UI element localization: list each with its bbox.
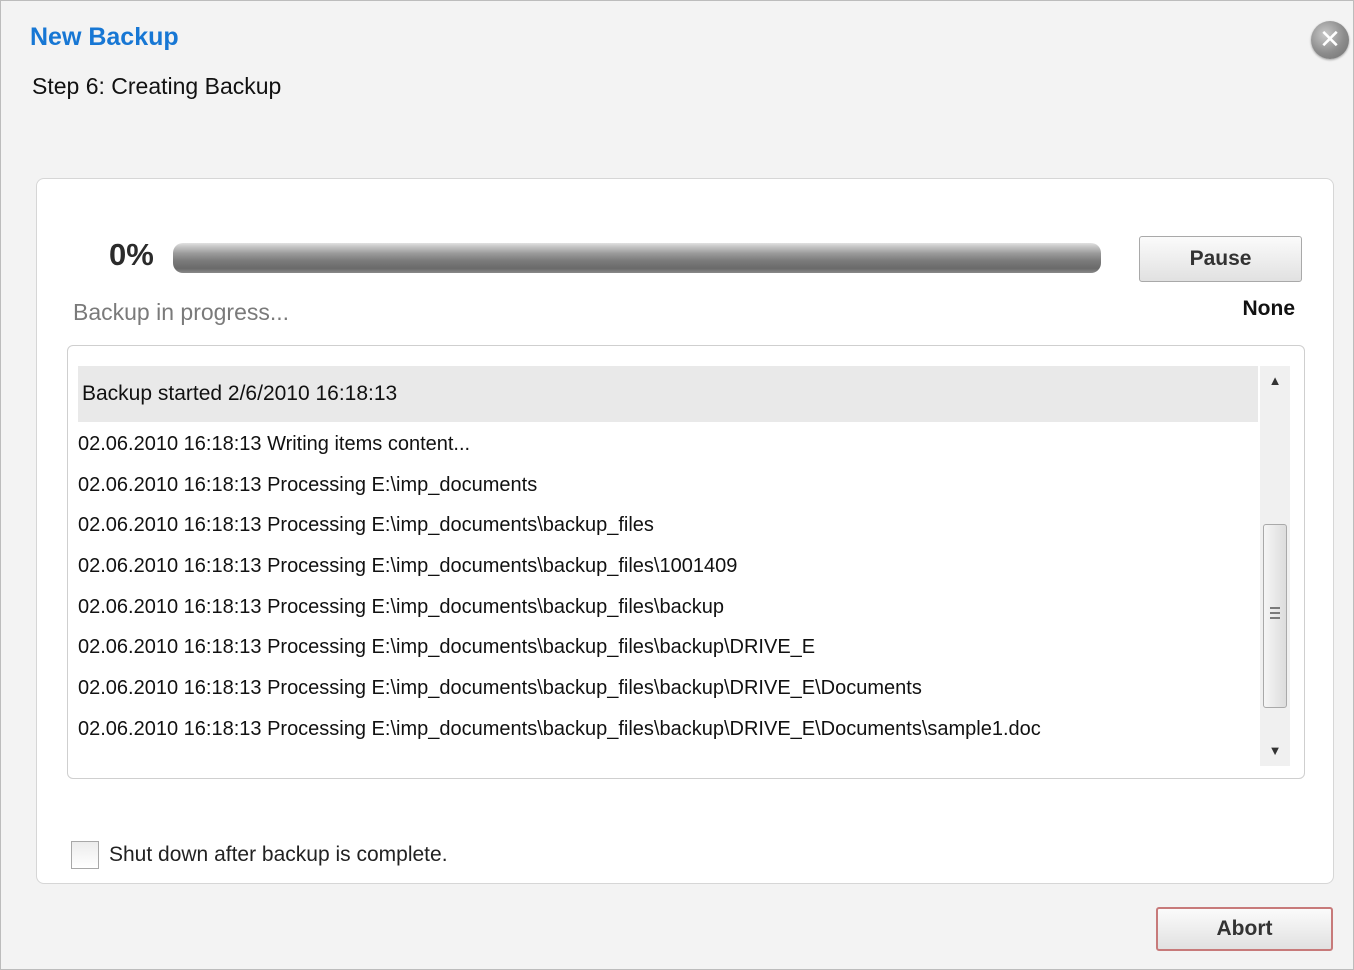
log-line: 02.06.2010 16:18:13 Processing E:\imp_do… bbox=[78, 717, 1041, 740]
log-list[interactable]: Backup started 2/6/2010 16:18:13 02.06.2… bbox=[67, 345, 1305, 779]
scroll-up-icon[interactable]: ▲ bbox=[1260, 366, 1290, 396]
progress-percent: 0% bbox=[109, 237, 154, 272]
abort-button[interactable]: Abort bbox=[1156, 907, 1333, 951]
log-scrollbar[interactable]: ▲ ▼ bbox=[1260, 366, 1290, 766]
log-line: 02.06.2010 16:18:13 Processing E:\imp_do… bbox=[78, 677, 922, 700]
shutdown-label: Shut down after backup is complete. bbox=[109, 843, 448, 866]
scroll-down-icon[interactable]: ▼ bbox=[1260, 736, 1290, 766]
new-backup-dialog: New Backup Step 6: Creating Backup ✕ 0% … bbox=[0, 0, 1354, 970]
close-icon[interactable]: ✕ bbox=[1311, 21, 1349, 59]
step-title: Step 6: Creating Backup bbox=[32, 73, 282, 99]
grip-icon bbox=[1270, 607, 1280, 619]
dialog-title: New Backup bbox=[30, 23, 179, 51]
progress-bar bbox=[173, 243, 1101, 273]
scrollbar-thumb[interactable] bbox=[1263, 524, 1287, 708]
log-lines: 02.06.2010 16:18:13 Writing items conten… bbox=[78, 424, 1258, 750]
log-line: 02.06.2010 16:18:13 Processing E:\imp_do… bbox=[78, 595, 724, 618]
log-line: 02.06.2010 16:18:13 Processing E:\imp_do… bbox=[78, 514, 654, 537]
log-line: 02.06.2010 16:18:13 Processing E:\imp_do… bbox=[78, 555, 738, 578]
log-line: 02.06.2010 16:18:13 Processing E:\imp_do… bbox=[78, 473, 538, 496]
status-text: Backup in progress... bbox=[73, 299, 290, 325]
speed-text: None bbox=[1242, 297, 1296, 320]
log-line: 02.06.2010 16:18:13 Processing E:\imp_do… bbox=[78, 636, 816, 659]
pause-button[interactable]: Pause bbox=[1139, 236, 1302, 282]
progress-panel: 0% Pause Backup in progress... None Back… bbox=[36, 178, 1334, 884]
shutdown-checkbox[interactable] bbox=[71, 841, 99, 869]
log-line: 02.06.2010 16:18:13 Writing items conten… bbox=[78, 433, 471, 455]
log-header: Backup started 2/6/2010 16:18:13 bbox=[78, 366, 1258, 422]
